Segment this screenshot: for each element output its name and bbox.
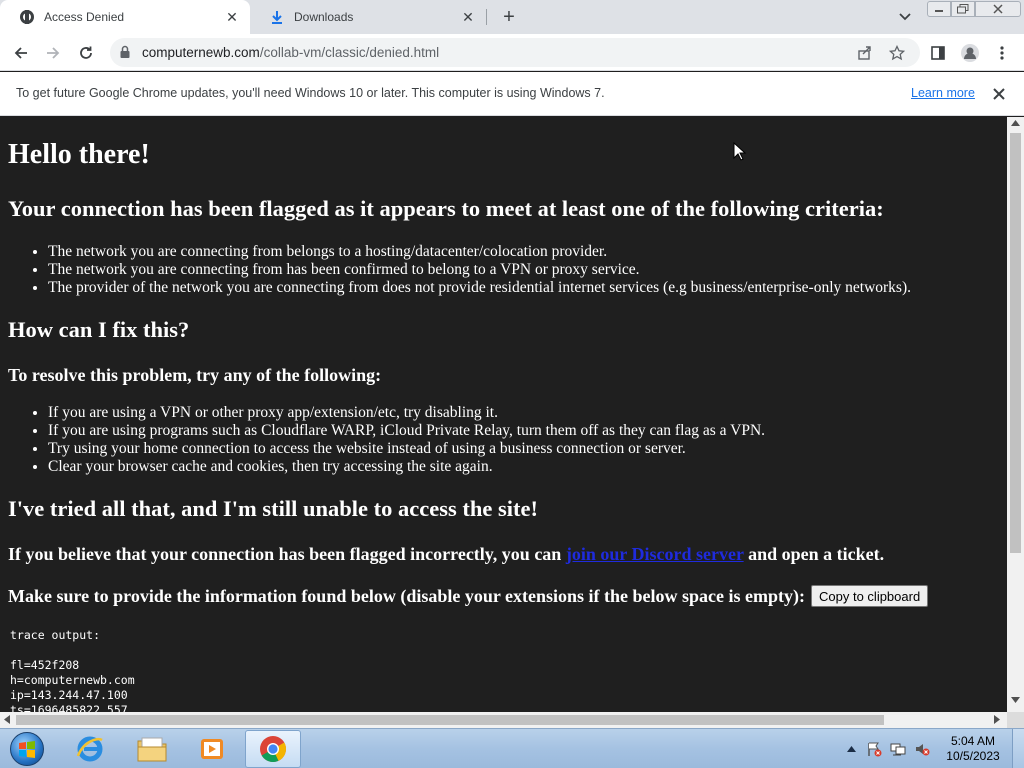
profile-avatar-icon [961,44,979,62]
side-panel-button[interactable] [925,40,951,66]
update-infobar: To get future Google Chrome updates, you… [0,72,1024,116]
tab-separator [486,9,487,25]
trace-line: fl=452f208 [10,658,80,672]
windows-taskbar: 5:04 AM 10/5/2023 [0,728,1024,768]
flagged-heading: Your connection has been flagged as it a… [8,196,884,221]
computernewb-favicon-icon [19,9,35,25]
page-title: Hello there! [8,139,150,170]
tab-access-denied[interactable]: Access Denied ✕ [0,0,250,34]
infobar-message: To get future Google Chrome updates, you… [16,86,605,100]
list-item: If you are using a VPN or other proxy ap… [48,404,765,422]
resolve-heading: To resolve this problem, try any of the … [8,365,382,385]
clock-time: 5:04 AM [950,734,996,748]
list-item: If you are using programs such as Cloudf… [48,422,765,440]
discord-link[interactable]: join our Discord server [566,544,744,564]
url-host: computernewb.com [142,45,260,60]
bookmark-star-icon[interactable] [888,44,906,62]
reload-icon [80,46,92,59]
incorrect-prefix: If you believe that your connection has … [8,544,566,564]
clock-date: 10/5/2023 [946,749,1000,763]
incorrect-suffix: and open a ticket. [743,544,885,564]
tab-title: Downloads [294,10,354,24]
show-desktop-button[interactable] [1012,729,1024,768]
trace-line: trace output: [10,628,101,642]
profile-button[interactable] [957,40,983,66]
internet-explorer-icon [76,736,103,762]
download-icon [269,9,285,25]
scroll-up-arrow-icon [1011,120,1020,126]
close-infobar-icon[interactable] [990,85,1008,103]
windows-logo-icon [10,732,44,766]
tab-title: Access Denied [44,10,125,24]
vertical-scrollbar[interactable] [1007,117,1024,712]
vertical-scroll-thumb[interactable] [1010,133,1021,553]
scroll-left-arrow-icon [4,715,10,724]
reload-button[interactable] [73,40,99,66]
taskbar-clock[interactable]: 5:04 AM 10/5/2023 [940,734,1006,764]
horizontal-scroll-thumb[interactable] [16,715,884,725]
side-panel-icon [931,46,945,60]
fixes-list: If you are using a VPN or other proxy ap… [48,404,765,476]
new-tab-button[interactable]: + [498,6,520,28]
trace-line: ip=143.244.47.100 [10,688,128,702]
close-tab-icon[interactable]: ✕ [222,7,242,27]
windows-explorer-taskbar-button[interactable] [124,730,180,768]
minimize-button[interactable] [927,1,951,17]
scroll-right-arrow-icon [994,715,1000,724]
list-item: Try using your home connection to access… [48,440,765,458]
address-bar[interactable]: computernewb.com/collab-vm/classic/denie… [110,38,920,67]
media-player-taskbar-button[interactable] [184,730,240,768]
lock-icon [120,45,130,58]
show-hidden-icons-arrow-icon[interactable] [843,741,859,757]
network-icon[interactable] [890,741,906,757]
page-viewport: Hello there! Your connection has been fl… [0,117,1007,712]
scroll-down-arrow-icon [1011,697,1020,703]
fix-heading: How can I fix this? [8,317,190,342]
folder-icon [137,737,167,762]
url-path: /collab-vm/classic/denied.html [259,45,440,60]
share-icon[interactable] [856,44,874,62]
three-dot-menu-icon [1000,46,1004,60]
url-text: computernewb.com/collab-vm/classic/denie… [142,38,439,67]
list-item: Clear your browser cache and cookies, th… [48,458,765,476]
close-window-button[interactable] [975,1,1021,17]
tab-strip: Access Denied ✕ Downloads ✕ + [0,0,1024,34]
forward-arrow-icon [47,47,60,59]
tab-downloads[interactable]: Downloads ✕ [250,0,486,34]
chrome-menu-button[interactable] [989,40,1015,66]
list-item: The network you are connecting from belo… [48,243,911,261]
chrome-icon [260,736,287,763]
close-tab-icon[interactable]: ✕ [458,7,478,27]
trace-line: h=computernewb.com [10,673,135,687]
media-player-icon [201,739,223,759]
incorrect-flag-text: If you believe that your connection has … [8,544,884,565]
copy-to-clipboard-button[interactable]: Copy to clipboard [811,585,929,607]
chrome-taskbar-button[interactable] [245,730,301,768]
list-item: The provider of the network you are conn… [48,279,911,297]
trace-output[interactable]: trace output: fl=452f208 h=computernewb.… [10,628,135,712]
action-center-flag-icon[interactable] [866,741,882,757]
browser-toolbar: computernewb.com/collab-vm/classic/denie… [0,34,1024,71]
trace-line: ts=1696485822.557 [10,703,128,712]
tab-search-chevron-icon[interactable] [895,8,915,26]
back-arrow-icon [14,47,27,59]
list-item: The network you are connecting from has … [48,261,911,279]
scrollbar-corner [1007,712,1024,728]
mouse-cursor-icon [733,142,747,161]
horizontal-scrollbar[interactable] [0,712,1007,728]
provide-info-label: Make sure to provide the information fou… [8,585,806,606]
provide-info-text: Make sure to provide the information fou… [8,585,929,607]
learn-more-link[interactable]: Learn more [911,72,975,115]
internet-explorer-taskbar-button[interactable] [62,730,118,768]
back-button[interactable] [8,40,34,66]
criteria-list: The network you are connecting from belo… [48,243,911,297]
restore-button[interactable] [951,1,975,17]
volume-muted-icon[interactable] [914,741,930,757]
start-button[interactable] [4,729,50,768]
forward-button[interactable] [40,40,66,66]
tried-heading: I've tried all that, and I'm still unabl… [8,496,538,521]
